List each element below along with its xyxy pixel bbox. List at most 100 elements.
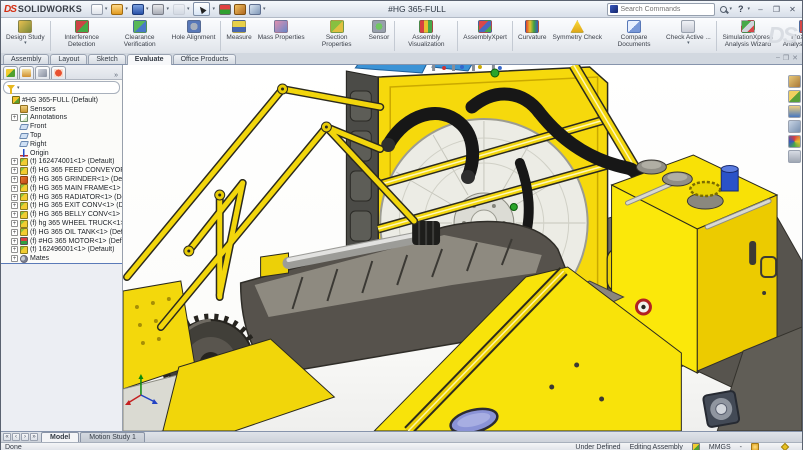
expand-icon[interactable]: + (11, 167, 18, 174)
graphics-viewport[interactable] (123, 65, 802, 431)
dropdown-arrow-icon[interactable]: ▾ (263, 6, 266, 12)
tree-item-f-hg-365-radiator-1-default[interactable]: +(f) HG 365 RADIATOR<1> (Default) (3, 193, 122, 202)
appearance-icon[interactable] (234, 4, 246, 15)
undo-icon[interactable] (173, 4, 185, 15)
resources-icon[interactable] (788, 75, 801, 88)
minimize-button[interactable]: – (754, 5, 767, 14)
tab-layout[interactable]: Layout (50, 54, 87, 64)
dropdown-arrow-icon[interactable]: ▾ (146, 6, 149, 12)
select-tool-button[interactable] (193, 2, 210, 16)
tab-propertymanager[interactable] (19, 66, 34, 79)
scene-icon[interactable] (249, 4, 261, 15)
tree-item-f-hg-365-motor-1-default[interactable]: +(f) #HG 365 MOTOR<1> (Default) (3, 237, 122, 246)
expand-icon[interactable]: + (11, 211, 18, 218)
tree-item-f-hg-365-exit-conv-1-default[interactable]: +(f) HG 365 EXIT CONV<1> (Default) (3, 202, 122, 211)
ribbon-button-symmetry-check[interactable]: Symmetry Check (550, 19, 605, 53)
search-input[interactable] (620, 6, 712, 13)
print-icon[interactable] (152, 4, 164, 15)
expand-icon[interactable]: + (11, 202, 18, 209)
tree-item-hg-365-full-default[interactable]: #HG 365-FULL (Default) (3, 96, 122, 105)
tab-configurationmanager[interactable] (35, 66, 50, 79)
tree-item-f-hg-365-belly-conv-1-default[interactable]: +(f) HG 365 BELLY CONV<1> (Default) (3, 210, 122, 219)
tree-item-f-hg-365-oil-tank-1-default[interactable]: +(f) HG 365 OIL TANK<1> (Default) (3, 228, 122, 237)
design-library-icon[interactable] (788, 90, 801, 103)
tree-item-front[interactable]: Front (3, 122, 122, 131)
expand-icon[interactable]: + (11, 194, 18, 201)
unit-system-suffix[interactable]: - (740, 444, 742, 450)
close-button[interactable]: ✕ (786, 5, 799, 14)
help-button[interactable]: ? (738, 4, 744, 14)
ribbon-button-curvature[interactable]: Curvature (515, 19, 550, 53)
expand-icon[interactable]: + (11, 158, 18, 165)
tree-item-origin[interactable]: Origin (3, 149, 122, 158)
tab-dimxpertmanager[interactable] (51, 66, 66, 79)
expand-icon[interactable]: + (11, 246, 18, 253)
tab-sketch[interactable]: Sketch (88, 54, 125, 64)
study-tab-model[interactable]: Model (41, 432, 79, 442)
tab-featuremanager[interactable] (3, 66, 18, 79)
ribbon-button-hole-alignment[interactable]: Hole Alignment (169, 19, 219, 53)
tree-item-sensors[interactable]: Sensors (3, 105, 122, 114)
quick-tips-icon[interactable] (751, 443, 759, 450)
dropdown-arrow-icon[interactable]: ▾ (747, 6, 750, 12)
ribbon-button-assemblyxpert[interactable]: AssemblyXpert (460, 19, 510, 53)
custom-properties-icon[interactable] (788, 150, 801, 163)
expand-icon[interactable]: + (11, 114, 18, 121)
search-scope-icon[interactable] (610, 5, 618, 13)
tab-evaluate[interactable]: Evaluate (127, 54, 172, 65)
dropdown-arrow-icon[interactable]: ▾ (729, 6, 732, 12)
tree-item-f-hg-365-wheel-truck-1-default[interactable]: +(f) hg 365 WHEEL TRUCK<1> (Default) (3, 219, 122, 228)
dropdown-arrow-icon[interactable]: ▾ (212, 6, 215, 12)
search-commands-box[interactable] (607, 3, 715, 16)
dropdown-arrow-icon[interactable]: ▾ (187, 6, 190, 12)
tree-item-f-hg-365-feed-conveyor-1-default[interactable]: +(f) HG 365 FEED CONVEYOR<1> (Default) (3, 166, 122, 175)
expand-icon[interactable]: + (11, 185, 18, 192)
ribbon-button-assembly-visualization[interactable]: Assembly Visualization (397, 19, 455, 53)
bearing-block[interactable] (703, 390, 740, 427)
ribbon-button-interference-detection[interactable]: Interference Detection (53, 19, 111, 53)
panel-overflow-chevron[interactable]: » (114, 72, 120, 79)
tree-item-right[interactable]: Right (3, 140, 122, 149)
expand-icon[interactable]: + (11, 229, 18, 236)
new-document-icon[interactable] (91, 4, 103, 15)
tree-item-f-hg-365-main-frame-1-default[interactable]: +(f) HG 365 MAIN FRAME<1> (Default) (3, 184, 122, 193)
expand-icon[interactable]: + (11, 176, 18, 183)
appearances-icon[interactable] (788, 135, 801, 148)
tab-office-products[interactable]: Office Products (173, 54, 237, 64)
tab-nav-icon[interactable]: › (21, 433, 29, 441)
restore-button[interactable]: ❐ (770, 5, 783, 14)
tree-filter-bar[interactable]: ▾ (3, 81, 120, 94)
dropdown-arrow-icon[interactable]: ▾ (105, 6, 108, 12)
ribbon-button-measure[interactable]: Measure (223, 19, 254, 53)
ribbon-button-clearance-verification[interactable]: Clearance Verification (111, 19, 169, 53)
doc-restore-button[interactable]: ❐ (783, 54, 789, 62)
dropdown-arrow-icon[interactable]: ▾ (166, 6, 169, 12)
tag-icon[interactable] (781, 443, 789, 450)
rebuild-icon[interactable] (219, 4, 231, 15)
model-canvas[interactable] (123, 65, 802, 431)
machine-model[interactable] (123, 65, 802, 431)
doc-close-button[interactable]: ✕ (792, 54, 798, 62)
ribbon-button-mass-properties[interactable]: Mass Properties (255, 19, 308, 53)
dropdown-arrow-icon[interactable]: ▾ (17, 85, 20, 91)
ribbon-button-check-active[interactable]: Check Active ...▾ (663, 19, 714, 53)
dropdown-arrow-icon[interactable]: ▾ (125, 6, 128, 12)
file-explorer-icon[interactable] (788, 105, 801, 118)
study-tab-motion-study-1[interactable]: Motion Study 1 (80, 432, 145, 442)
tab-nav-icon[interactable]: « (3, 433, 11, 441)
tree-item-f-162474001-1-default[interactable]: +(f) 162474001<1> (Default) (3, 158, 122, 167)
expand-icon[interactable]: + (11, 255, 18, 262)
save-icon[interactable] (132, 4, 144, 15)
tree-item-f-hg-365-grinder-1-default[interactable]: +(f) HG 365 GRINDER<1> (Default) (3, 175, 122, 184)
tree-item-annotations[interactable]: +Annotations (3, 114, 122, 123)
doc-minimize-button[interactable]: – (776, 54, 780, 62)
unit-system[interactable]: MMGS (709, 444, 731, 450)
tree-item-top[interactable]: Top (3, 131, 122, 140)
expand-icon[interactable]: + (11, 220, 18, 227)
tab-assembly[interactable]: Assembly (3, 54, 49, 64)
search-icon[interactable] (720, 6, 727, 13)
tab-nav-icon[interactable]: ‹ (12, 433, 20, 441)
ribbon-button-section-properties[interactable]: Section Properties (308, 19, 366, 53)
ribbon-button-design-study[interactable]: Design Study▾ (3, 19, 48, 53)
tree-item-mates[interactable]: +Mates (3, 254, 122, 263)
